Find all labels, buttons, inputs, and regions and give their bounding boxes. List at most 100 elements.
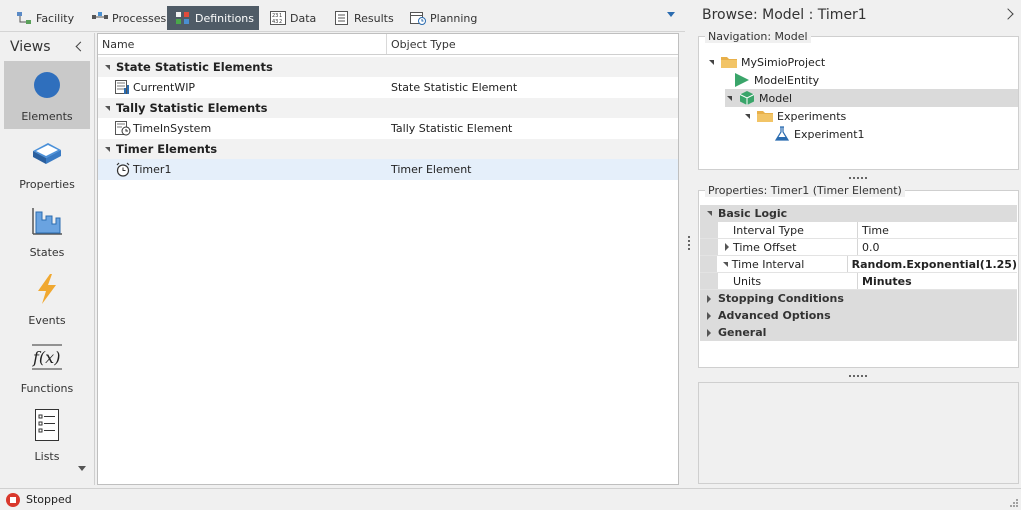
results-icon — [334, 11, 350, 25]
property-category-advanced-options[interactable]: Advanced Options — [700, 307, 1017, 324]
group-collapse-icon[interactable] — [98, 64, 116, 70]
navigation-legend: Navigation: Model — [705, 30, 811, 43]
data-table-icon: 23 1 43 2 — [270, 11, 286, 25]
tab-planning[interactable]: Planning — [402, 6, 485, 30]
group-row-timer[interactable]: Timer Elements — [98, 139, 678, 159]
property-category-general[interactable]: General — [700, 324, 1017, 341]
tab-definitions[interactable]: Definitions — [167, 6, 259, 30]
views-title: Views — [10, 39, 51, 55]
definitions-icon — [175, 11, 191, 25]
horizontal-splitter-grip[interactable] — [849, 375, 867, 378]
tree-node-experiment1[interactable]: Experiment1 — [773, 125, 1003, 143]
planning-icon — [410, 11, 426, 25]
property-expanded-icon[interactable] — [719, 261, 732, 267]
table-row[interactable]: Timer1 Timer Element — [98, 159, 678, 180]
property-category-basic-logic[interactable]: Basic Logic — [700, 205, 1017, 222]
property-row-interval-type[interactable]: Interval Type Time — [700, 222, 1017, 239]
group-collapse-icon[interactable] — [98, 105, 116, 111]
element-type: Timer Element — [391, 163, 472, 176]
element-type: Tally Statistic Element — [391, 122, 513, 135]
property-row-time-offset[interactable]: Time Offset 0.0 — [700, 239, 1017, 256]
circle-icon — [30, 68, 64, 102]
column-header-name[interactable]: Name — [98, 34, 387, 54]
tab-processes[interactable]: Processes — [84, 6, 174, 30]
property-value[interactable]: 0.0 — [858, 239, 1017, 255]
timer-icon — [115, 162, 131, 177]
tree-expanded-icon[interactable] — [743, 111, 753, 121]
element-name: TimeInSystem — [133, 122, 212, 135]
category-collapsed-icon[interactable] — [700, 311, 718, 320]
chevron-right-icon[interactable] — [1002, 8, 1014, 20]
view-properties[interactable]: Properties — [4, 129, 90, 197]
horizontal-splitter-grip[interactable] — [849, 177, 867, 180]
folder-icon — [756, 108, 774, 124]
list-icon — [30, 408, 64, 442]
tree-node-model[interactable]: Model — [725, 89, 1018, 107]
element-name: CurrentWIP — [133, 81, 196, 94]
property-value[interactable]: Random.Exponential(1.25) — [848, 256, 1017, 272]
property-description-panel — [698, 382, 1019, 484]
tree-node-model-entity[interactable]: ModelEntity — [733, 71, 1013, 89]
browse-title: Browse: Model : Timer1 — [702, 7, 867, 23]
grid-header: Name Object Type — [98, 34, 678, 55]
elements-grid: Name Object Type State Statistic Element… — [97, 33, 679, 485]
navigation-panel: Navigation: Model MySimioProject ModelEn… — [698, 30, 1019, 170]
status-bar: Stopped — [0, 488, 1021, 510]
properties-icon — [30, 136, 64, 170]
entity-icon — [733, 72, 751, 88]
function-icon: f(x) — [30, 340, 64, 374]
property-collapsed-icon[interactable] — [720, 243, 733, 251]
property-row-time-interval[interactable]: Time Interval Random.Exponential(1.25) — [700, 256, 1017, 273]
group-collapse-icon[interactable] — [98, 146, 116, 152]
property-value[interactable]: Time — [858, 222, 1017, 238]
processes-icon — [92, 11, 108, 25]
table-row[interactable]: TimeInSystem Tally Statistic Element — [98, 118, 678, 139]
tally-statistic-icon — [115, 121, 131, 136]
resize-grip-icon[interactable] — [1009, 498, 1019, 508]
category-collapsed-icon[interactable] — [700, 328, 718, 337]
lightning-icon — [30, 272, 64, 306]
view-states[interactable]: States — [4, 197, 90, 265]
flask-icon — [773, 126, 791, 142]
views-scroll-down-icon[interactable] — [78, 466, 86, 471]
browse-panel: Browse: Model : Timer1 Navigation: Model… — [694, 0, 1021, 488]
svg-text:2: 2 — [279, 19, 282, 25]
run-status: Stopped — [26, 493, 72, 506]
states-icon — [30, 204, 64, 238]
svg-text:43: 43 — [272, 19, 278, 25]
tab-results[interactable]: Results — [326, 6, 402, 30]
view-events[interactable]: Events — [4, 265, 90, 333]
tree-expanded-icon[interactable] — [707, 57, 717, 67]
property-row-units[interactable]: Units Minutes — [700, 273, 1017, 290]
tree-expanded-icon[interactable] — [725, 93, 735, 103]
stop-icon — [6, 492, 20, 507]
properties-panel: Properties: Timer1 (Timer Element) Basic… — [698, 184, 1019, 368]
view-functions[interactable]: f(x) Functions — [4, 333, 90, 401]
collapse-chevron-left-icon[interactable] — [74, 41, 86, 53]
tab-data[interactable]: 23 1 43 2 Data — [262, 6, 324, 30]
views-panel: Views Elements Properties States Events … — [0, 33, 95, 485]
element-name: Timer1 — [133, 163, 172, 176]
facility-icon — [16, 11, 32, 25]
tree-node-experiments[interactable]: Experiments — [743, 107, 1003, 125]
column-header-object-type[interactable]: Object Type — [387, 34, 678, 54]
category-collapsed-icon[interactable] — [700, 294, 718, 303]
table-row[interactable]: CurrentWIP State Statistic Element — [98, 77, 678, 98]
category-expanded-icon[interactable] — [700, 211, 718, 216]
tree-node-project[interactable]: MySimioProject — [707, 53, 1007, 71]
view-elements[interactable]: Elements — [4, 61, 90, 129]
tab-facility[interactable]: Facility — [8, 6, 82, 30]
group-row-state-statistic[interactable]: State Statistic Elements — [98, 57, 678, 77]
element-type: State Statistic Element — [391, 81, 518, 94]
group-row-tally-statistic[interactable]: Tally Statistic Elements — [98, 98, 678, 118]
document-tab-bar: Facility Processes Definitions 23 1 43 2 Da… — [0, 0, 685, 32]
property-value[interactable]: Minutes — [858, 273, 1017, 289]
tab-overflow-dropdown-icon[interactable] — [667, 12, 675, 17]
properties-legend: Properties: Timer1 (Timer Element) — [705, 184, 905, 197]
folder-icon — [720, 54, 738, 70]
svg-text:f(x): f(x) — [32, 348, 60, 367]
vertical-splitter-grip[interactable] — [688, 236, 691, 250]
state-statistic-icon — [115, 80, 131, 95]
view-lists[interactable]: Lists — [4, 401, 90, 469]
property-category-stopping-conditions[interactable]: Stopping Conditions — [700, 290, 1017, 307]
